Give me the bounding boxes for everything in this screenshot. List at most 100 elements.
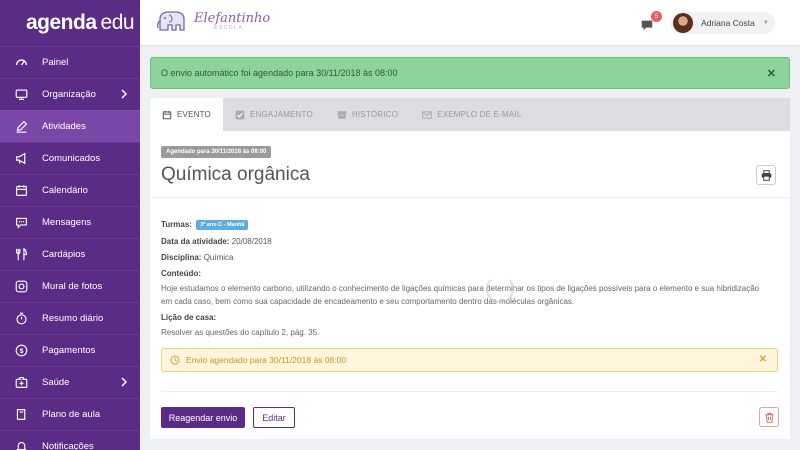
school-name: Elefantinho [194, 11, 271, 26]
app-logo[interactable]: agenda edu [0, 0, 140, 46]
discipline-value: Química [203, 253, 234, 262]
reschedule-button[interactable]: Reagendar envio [161, 407, 245, 428]
notifications-button[interactable]: 5 [640, 11, 662, 33]
sidebar-item-label: Comunicados [42, 153, 101, 164]
date-label: Data da atividade: [161, 237, 230, 246]
loading-spinner [486, 275, 514, 303]
close-icon[interactable]: ✕ [767, 67, 776, 80]
sidebar-item-notificacoes[interactable]: Notificações [0, 430, 140, 450]
school-logo[interactable]: Elefantinho ESCOLA [156, 10, 270, 34]
sidebar-item-label: Resumo diário [42, 313, 104, 324]
sidebar-item-atividades[interactable]: Atividades [0, 110, 140, 142]
tab-evento[interactable]: EVENTO [150, 98, 223, 131]
sidebar-item-plano[interactable]: Plano de aula [0, 398, 140, 430]
tab-label: HISTÓRICO [351, 110, 399, 119]
date-row: Data da atividade: 20/08/2018 [161, 237, 272, 246]
event-card: Agendado para 30/11/2018 às 08:00 Químic… [150, 131, 790, 439]
dollar-icon: $ [14, 344, 28, 358]
sidebar-item-pagamentos[interactable]: $ Pagamentos [0, 334, 140, 366]
user-name: Adriana Costa [701, 18, 755, 28]
sidebar-item-label: Plano de aula [42, 409, 101, 420]
sidebar-item-label: Cardápios [42, 249, 86, 260]
success-alert: O envio automático foi agendado para 30/… [150, 57, 790, 89]
sidebar-item-mensagens[interactable]: Mensagens [0, 206, 140, 238]
chat-icon [14, 216, 28, 230]
tab-historico[interactable]: HISTÓRICO [325, 98, 410, 131]
sidebar-item-label: Saúde [42, 377, 70, 388]
sidebar-item-painel[interactable]: Painel [0, 46, 140, 78]
sidebar-item-organizacao[interactable]: Organização [0, 78, 140, 110]
calendar-icon [162, 110, 172, 120]
envelope-icon [422, 110, 432, 120]
sidebar-item-mural[interactable]: Mural de fotos [0, 270, 140, 302]
tab-label: EVENTO [177, 110, 211, 119]
homework-text: Resolver as questões do capítulo 2, pág.… [161, 328, 320, 337]
archive-icon [337, 110, 347, 120]
page-title: Química orgânica [161, 164, 310, 185]
sidebar-item-label: Atividades [42, 121, 86, 132]
tab-engajamento[interactable]: ENGAJAMENTO [223, 98, 325, 131]
camera-icon [14, 280, 28, 294]
schedule-badge: Agendado para 30/11/2018 às 08:00 [161, 146, 272, 158]
tab-bar: EVENTO ENGAJAMENTO HISTÓRICO EXEMPLO DE … [150, 98, 790, 131]
delete-button[interactable] [759, 407, 779, 427]
megaphone-icon [14, 152, 28, 166]
sidebar-item-label: Organização [42, 89, 96, 100]
sidebar-item-label: Painel [42, 57, 69, 68]
scheduled-warning: Envio agendado para 30/11/2018 às 08:00 … [161, 348, 778, 372]
success-alert-text: O envio automático foi agendado para 30/… [161, 68, 398, 78]
caret-down-icon: ▼ [762, 20, 769, 26]
sidebar-item-label: Calendário [42, 185, 88, 196]
medkit-icon [14, 376, 28, 390]
sidebar-item-saude[interactable]: Saúde [0, 366, 140, 398]
warning-text: Envio agendado para 30/11/2018 às 08:00 [186, 355, 347, 365]
notification-badge: 5 [651, 11, 662, 22]
svg-text:$: $ [19, 348, 23, 355]
date-value: 20/08/2018 [231, 237, 272, 246]
edit-button[interactable]: Editar [253, 407, 295, 428]
sidebar-item-comunicados[interactable]: Comunicados [0, 142, 140, 174]
avatar [673, 13, 693, 33]
content-heading: Conteúdo: [161, 269, 201, 278]
trash-icon [764, 412, 774, 423]
close-icon[interactable]: ✕ [759, 354, 767, 365]
calendar-icon [14, 184, 28, 198]
discipline-row: Disciplina: Química [161, 253, 233, 262]
divider [150, 197, 790, 198]
clock-icon [170, 355, 180, 365]
content-label: Conteúdo: [161, 269, 201, 278]
elephant-icon [156, 11, 185, 31]
timer-icon [14, 312, 28, 326]
chevron-right-icon [120, 377, 128, 390]
top-bar: Elefantinho ESCOLA 5 Adriana Costa ▼ [140, 0, 800, 46]
dashboard-icon [14, 56, 28, 70]
divider [161, 391, 778, 392]
sidebar-item-calendario[interactable]: Calendário [0, 174, 140, 206]
homework-label: Lição de casa: [161, 313, 217, 322]
monitor-icon [14, 88, 28, 102]
turmas-row: Turmas: 3º ano C - Manhã [161, 220, 249, 230]
sidebar-item-label: Mensagens [42, 217, 92, 228]
sidebar-item-resumo[interactable]: Resumo diário [0, 302, 140, 334]
homework-heading: Lição de casa: [161, 313, 216, 322]
sidebar-item-label: Mural de fotos [42, 281, 103, 292]
discipline-label: Disciplina: [161, 253, 202, 262]
turmas-label: Turmas: [161, 220, 192, 230]
sidebar-item-label: Notificações [42, 441, 94, 450]
tab-label: ENGAJAMENTO [249, 110, 313, 119]
print-button[interactable] [756, 165, 776, 185]
user-menu[interactable]: Adriana Costa ▼ [670, 12, 775, 34]
pencil-icon [14, 120, 28, 134]
content-text: Hoje estudamos o elemento carbono, utili… [161, 284, 760, 306]
check-square-icon [235, 110, 245, 120]
bell-icon [14, 440, 28, 450]
sidebar-item-cardapios[interactable]: Cardápios [0, 238, 140, 270]
tab-label: EXEMPLO DE E-MAIL [437, 110, 522, 119]
book-icon [14, 408, 28, 422]
chevron-right-icon [120, 89, 128, 102]
tab-exemplo-email[interactable]: EXEMPLO DE E-MAIL [410, 98, 533, 131]
printer-icon [761, 169, 771, 181]
utensils-icon [14, 248, 28, 262]
sidebar-item-label: Pagamentos [42, 345, 96, 356]
turma-tag[interactable]: 3º ano C - Manhã [196, 220, 249, 230]
